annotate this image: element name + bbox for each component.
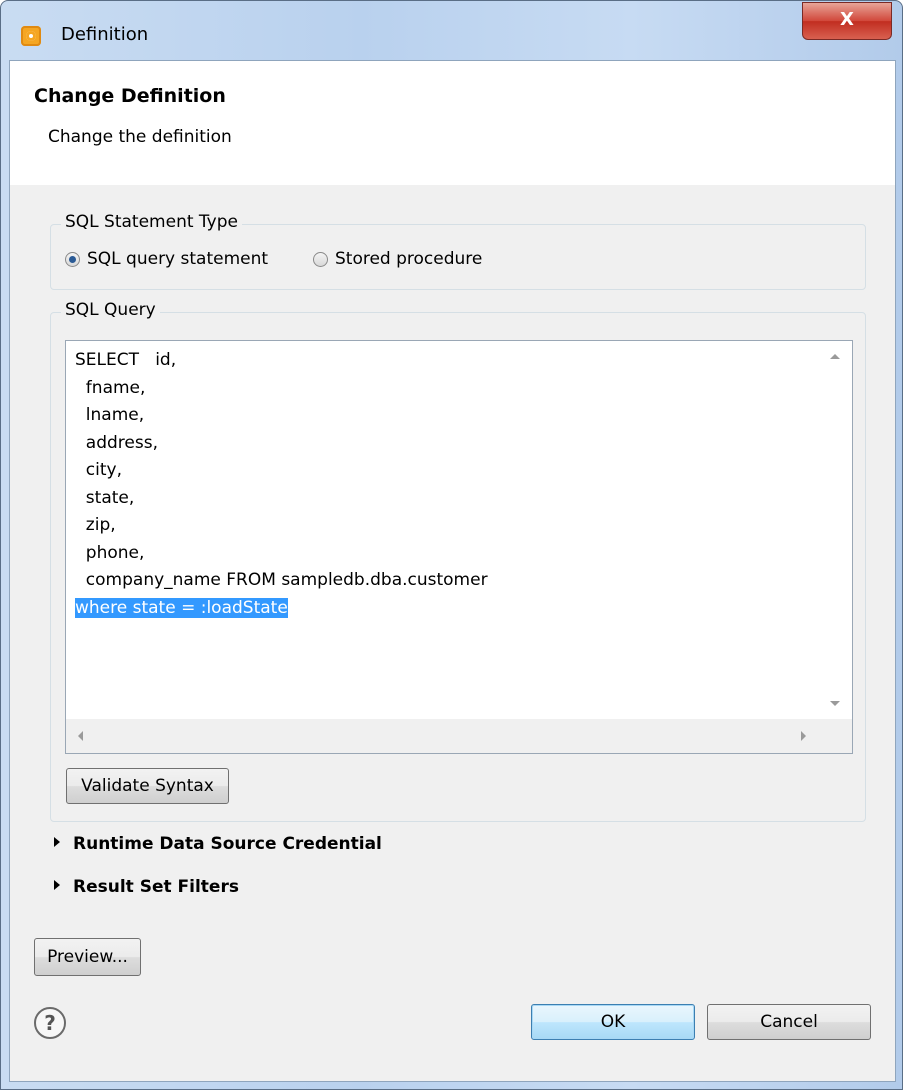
sql-code-line[interactable]: state, [75,485,488,513]
radio-sql-query[interactable] [65,252,80,267]
sql-code-line-text: fname, [75,377,146,398]
sql-code-line[interactable]: lname, [75,402,488,430]
sql-code-line-text: address, [75,432,158,453]
sql-code-line[interactable]: SELECT id, [75,347,488,375]
preview-button[interactable]: Preview... [34,938,141,976]
page-description: Change the definition [48,127,232,147]
sql-code-line-text: where state = :loadState [75,597,288,618]
statement-type-group: SQL Statement Type SQL query statement S… [50,212,866,290]
window-title: Definition [61,24,149,45]
validate-syntax-button[interactable]: Validate Syntax [66,768,229,804]
sql-code-line[interactable]: zip, [75,512,488,540]
result-set-filters-label: Result Set Filters [73,877,239,897]
result-set-filters-toggle[interactable]: Result Set Filters [54,877,239,897]
sql-query-legend: SQL Query [61,300,160,320]
ok-button[interactable]: OK [531,1004,695,1040]
sql-code-line-text: company_name FROM sampledb.dba.customer [75,570,488,590]
header-banner: Change Definition Change the definition [10,61,895,185]
sql-code-line[interactable]: phone, [75,540,488,568]
radio-stored-procedure[interactable] [313,252,328,267]
scroll-right-arrow-icon[interactable] [801,731,806,741]
scrollbar-corner [818,719,852,753]
sql-code[interactable]: SELECT id, fname, lname, address, city, … [75,347,488,622]
sql-code-line[interactable]: company_name FROM sampledb.dba.customer [75,567,488,595]
close-button[interactable]: X [802,2,892,40]
sql-editor[interactable]: SELECT id, fname, lname, address, city, … [65,340,853,754]
dialog-client-area: Change Definition Change the definition … [9,60,896,1082]
sql-code-line-text: city, [75,460,123,480]
runtime-credential-label: Runtime Data Source Credential [73,834,382,854]
sql-code-line-text: state, [75,487,135,508]
title-bar: Definition X [1,1,902,61]
sql-code-line-text: phone, [75,542,145,563]
dialog-window: Definition X Change Definition Change th… [0,0,903,1090]
cancel-button[interactable]: Cancel [707,1004,871,1040]
radio-stored-procedure-label[interactable]: Stored procedure [335,249,482,269]
sql-code-line-text: zip, [75,515,116,535]
scroll-left-arrow-icon[interactable] [78,731,83,741]
sql-code-line[interactable]: address, [75,430,488,458]
horizontal-scrollbar[interactable] [66,719,818,753]
scroll-down-arrow-icon[interactable] [830,701,840,706]
expand-triangle-icon [54,837,60,847]
help-icon[interactable]: ? [34,1007,66,1039]
sql-code-line[interactable]: fname, [75,375,488,403]
sql-code-line-text: lname, [75,405,145,425]
runtime-credential-toggle[interactable]: Runtime Data Source Credential [54,834,382,854]
app-icon [21,26,41,46]
scroll-up-arrow-icon[interactable] [830,354,840,359]
page-title: Change Definition [34,85,226,107]
statement-type-legend: SQL Statement Type [61,212,242,232]
radio-sql-query-label[interactable]: SQL query statement [87,249,268,269]
sql-code-line[interactable]: city, [75,457,488,485]
vertical-scrollbar[interactable] [818,341,852,719]
sql-code-line-text: SELECT id, [75,350,177,370]
sql-code-line[interactable]: where state = :loadState [75,595,488,623]
expand-triangle-icon [54,880,60,890]
sql-query-group: SQL Query SELECT id, fname, lname, addre… [50,300,866,822]
